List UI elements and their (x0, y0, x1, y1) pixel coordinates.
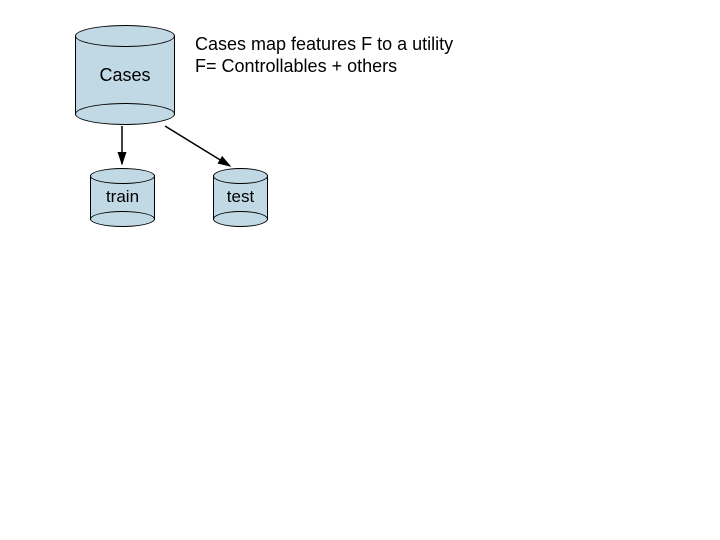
cylinder-top (213, 168, 268, 184)
cases-cylinder: Cases (75, 35, 175, 115)
arrow-cases-to-test (165, 126, 230, 166)
cylinder-top (90, 168, 155, 184)
train-cylinder: train (90, 175, 155, 220)
train-label: train (90, 187, 155, 207)
caption-text: Cases map features F to a utility F= Con… (195, 33, 525, 77)
test-cylinder: test (213, 175, 268, 220)
caption-line-2: F= Controllables + others (195, 56, 397, 76)
cylinder-bottom (213, 211, 268, 227)
cylinder-top (75, 25, 175, 47)
diagram-stage: Cases train test Cases map features F to… (0, 0, 720, 540)
cylinder-bottom (75, 103, 175, 125)
caption-line-1: Cases map features F to a utility (195, 34, 453, 54)
cases-label: Cases (75, 65, 175, 86)
test-label: test (213, 187, 268, 207)
cylinder-bottom (90, 211, 155, 227)
